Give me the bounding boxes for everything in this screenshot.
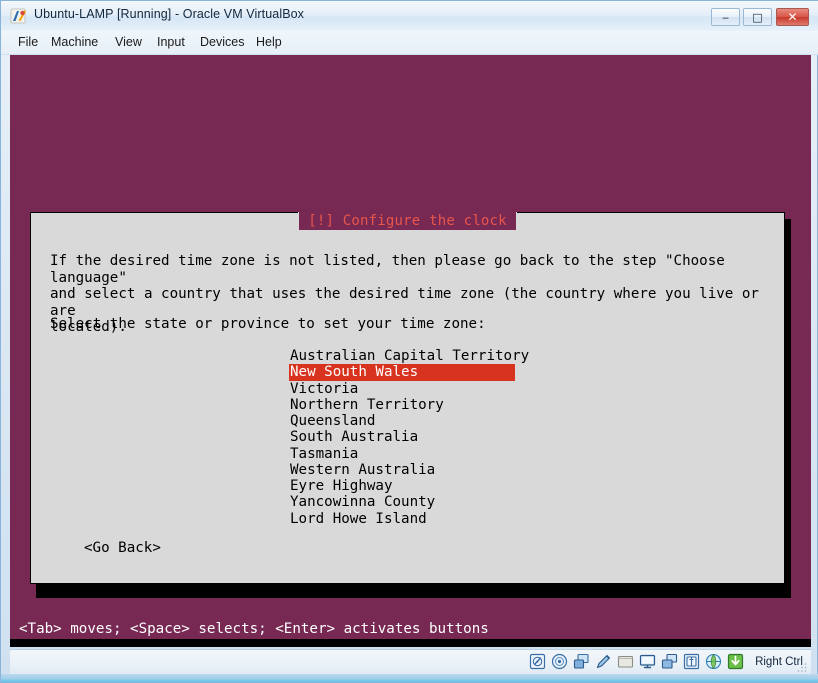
vm-guest-screen[interactable]: [!] Configure the clock If the desired t…: [10, 55, 811, 647]
dialog-title-text: [!] Configure the clock: [308, 213, 507, 229]
list-item[interactable]: South Australia: [289, 429, 515, 445]
dialog-title: [!] Configure the clock: [298, 212, 517, 230]
capture-icon[interactable]: [727, 653, 744, 670]
list-item[interactable]: Australian Capital Territory: [289, 348, 529, 364]
resize-grip-icon[interactable]: [796, 661, 808, 673]
menubar: File Machine View Input Devices Help: [1, 31, 818, 55]
menu-item-view[interactable]: View: [108, 34, 149, 52]
shared-folder-icon[interactable]: [617, 653, 634, 670]
menu-item-help[interactable]: Help: [249, 34, 289, 52]
list-item-selected[interactable]: New South Wales: [289, 364, 515, 381]
menu-item-input[interactable]: Input: [150, 34, 192, 52]
remote-desktop-icon[interactable]: [705, 653, 722, 670]
dialog-title-tick-right: [515, 212, 517, 230]
statusbar: Right Ctrl: [10, 649, 811, 675]
minimize-button[interactable]: ‒: [711, 8, 740, 26]
dialog-prompt-text: Select the state or province to set your…: [50, 316, 486, 332]
network-adapter-icon[interactable]: [661, 653, 678, 670]
list-item[interactable]: Western Australia: [289, 462, 515, 478]
close-button[interactable]: ✕: [776, 8, 809, 26]
list-item[interactable]: Yancowinna County: [289, 494, 515, 510]
menu-item-devices[interactable]: Devices: [193, 34, 251, 52]
list-item[interactable]: Victoria: [289, 381, 515, 397]
usb-icon[interactable]: [683, 653, 700, 670]
audio-icon[interactable]: [595, 653, 612, 670]
window-titlebar: Ubuntu-LAMP [Running] - Oracle VM Virtua…: [1, 1, 818, 32]
dialog-title-rule-left: [31, 220, 302, 221]
go-back-button[interactable]: <Go Back>: [84, 540, 161, 557]
statusbar-icon-group: Right Ctrl: [529, 653, 803, 670]
list-item[interactable]: Eyre Highway: [289, 478, 515, 494]
keyboard-hint-text: <Tab> moves; <Space> selects; <Enter> ac…: [19, 621, 489, 637]
virtualbox-icon: [10, 8, 26, 24]
window-bottom-edge: [1, 674, 818, 682]
dialog-title-rule-right: [539, 220, 784, 221]
dialog-title-tick-left: [298, 212, 300, 230]
dialog-title-region: [!] Configure the clock: [30, 212, 785, 230]
close-icon: ✕: [787, 10, 798, 24]
timezone-state-list[interactable]: Australian Capital Territory New South W…: [289, 348, 529, 527]
maximize-button[interactable]: □: [743, 8, 772, 26]
menu-item-machine[interactable]: Machine: [44, 34, 105, 52]
display-icon[interactable]: [639, 653, 656, 670]
virtualbox-window: Ubuntu-LAMP [Running] - Oracle VM Virtua…: [0, 0, 818, 683]
hard-disk-icon[interactable]: [529, 653, 546, 670]
list-item[interactable]: Queensland: [289, 413, 515, 429]
minimize-icon: ‒: [722, 10, 729, 24]
list-item[interactable]: Lord Howe Island: [289, 511, 515, 527]
menu-item-file[interactable]: File: [11, 34, 45, 52]
guest-bottom-strip: [10, 639, 811, 647]
list-item[interactable]: Northern Territory: [289, 397, 515, 413]
window-title: Ubuntu-LAMP [Running] - Oracle VM Virtua…: [34, 7, 305, 21]
optical-disk-icon[interactable]: [551, 653, 568, 670]
floppy-disk-icon[interactable]: [573, 653, 590, 670]
maximize-icon: □: [752, 10, 763, 24]
list-item[interactable]: Tasmania: [289, 446, 515, 462]
